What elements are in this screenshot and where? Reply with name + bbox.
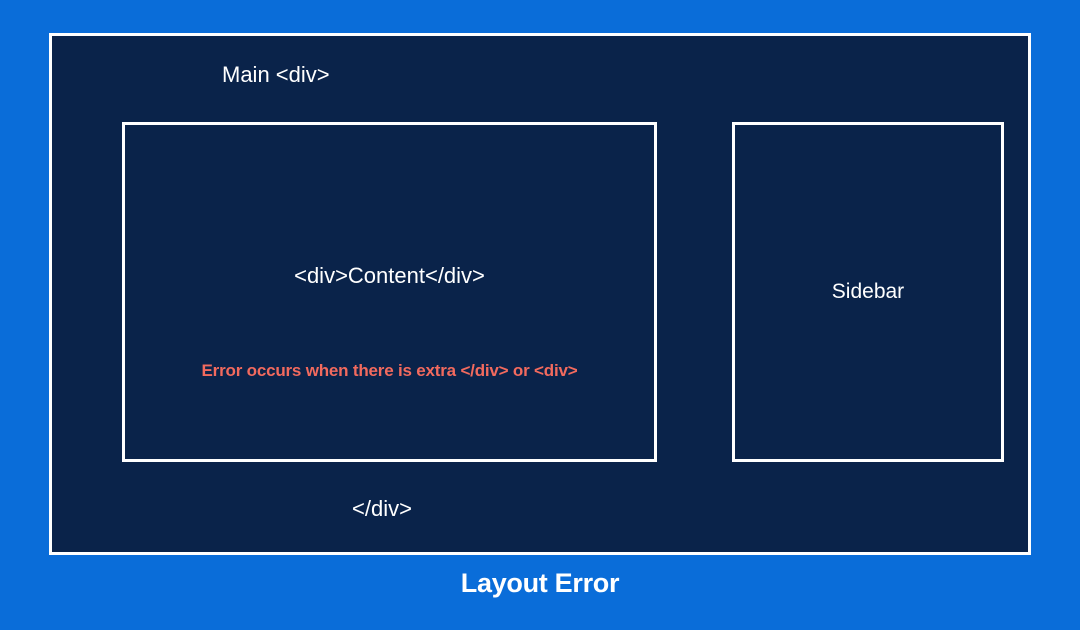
error-message: Error occurs when there is extra </div> … bbox=[202, 361, 578, 381]
sidebar-box: Sidebar bbox=[732, 122, 1004, 462]
diagram-caption: Layout Error bbox=[461, 568, 619, 599]
main-div-label: Main <div> bbox=[222, 62, 330, 88]
content-box: <div>Content</div> Error occurs when the… bbox=[122, 122, 657, 462]
main-div-container: Main <div> <div>Content</div> Error occu… bbox=[49, 33, 1031, 555]
sidebar-text: Sidebar bbox=[832, 280, 904, 304]
content-text: <div>Content</div> bbox=[294, 263, 485, 289]
closing-div-label: </div> bbox=[352, 496, 412, 522]
